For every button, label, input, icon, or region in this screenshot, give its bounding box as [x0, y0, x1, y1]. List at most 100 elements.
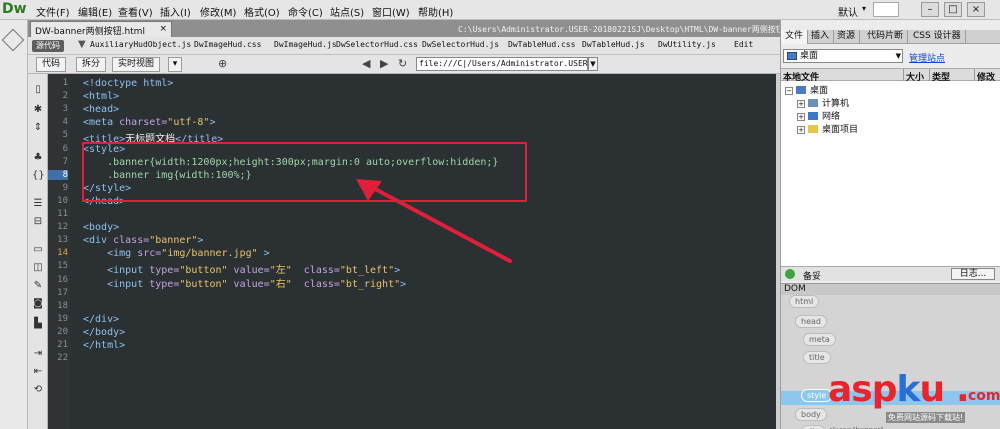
panel-tab[interactable]: 插入	[807, 30, 835, 44]
menu-item[interactable]: 查看(V)	[118, 4, 153, 19]
expand-icon[interactable]: +	[797, 113, 805, 121]
apply-source-format-icon[interactable]: ⟲	[32, 384, 44, 395]
close-window-button[interactable]: ×	[967, 2, 985, 17]
target-icon[interactable]: ⊕	[218, 57, 227, 70]
dom-node-body[interactable]: body	[795, 408, 827, 421]
chevron-down-icon[interactable]: ▾	[168, 57, 182, 72]
open-documents-icon[interactable]: ▯	[32, 84, 44, 95]
code-line[interactable]: <head>	[83, 104, 119, 115]
filter-icon[interactable]: ▼	[78, 39, 86, 50]
expand-all-icon[interactable]: ⇕	[32, 122, 44, 133]
tree-item[interactable]: + 桌面项目	[797, 122, 858, 135]
site-select[interactable]: 桌面 ▼	[783, 49, 903, 63]
outdent-icon[interactable]: ⇤	[32, 366, 44, 377]
help-search-input[interactable]	[873, 2, 899, 17]
maximize-button[interactable]: □	[944, 2, 962, 17]
line-number: 19	[57, 313, 68, 324]
split-view-button[interactable]: 拆分	[76, 57, 107, 72]
watermark: aspku . com 免费网站源码下载站!	[828, 370, 1000, 429]
menu-item[interactable]: 修改(M)	[200, 4, 236, 19]
dom-node-head[interactable]: head	[795, 315, 827, 328]
line-numbers-icon[interactable]: ☰	[32, 198, 44, 209]
code-line[interactable]: </div>	[83, 314, 119, 325]
tree-item[interactable]: + 计算机	[797, 96, 849, 109]
code-line[interactable]: <div class="banner">	[83, 235, 203, 246]
forward-icon[interactable]: ▶	[380, 57, 388, 70]
related-file-link[interactable]: Edit	[734, 40, 753, 49]
log-button[interactable]: 日志...	[951, 268, 995, 280]
dom-panel-title[interactable]: DOM	[781, 283, 1000, 295]
collapse-icon[interactable]: −	[785, 87, 793, 95]
files-column-header: 本地文件 大小 类型 修改	[781, 68, 1000, 83]
code-line[interactable]: <!doctype html>	[83, 78, 173, 89]
panel-tab[interactable]: 文件	[781, 30, 809, 44]
document-tab[interactable]: DW-banner两侧按钮.html ×	[30, 21, 172, 37]
watermark-subtitle: 免费网站源码下载站!	[886, 412, 966, 423]
word-wrap-icon[interactable]: ⊟	[32, 216, 44, 227]
code-view-button[interactable]: 代码	[36, 57, 67, 72]
remove-comment-icon[interactable]: ◫	[32, 262, 44, 273]
tree-item[interactable]: + 网络	[797, 109, 840, 122]
related-file-link[interactable]: DwSelectorHud.css	[336, 40, 418, 49]
live-view-button[interactable]: 实时视图	[112, 57, 161, 72]
related-file-link[interactable]: DwTableHud.js	[582, 40, 645, 49]
line-number: 11	[57, 209, 68, 219]
code-line[interactable]: <body>	[83, 222, 119, 233]
workspace-switcher[interactable]: 默认	[838, 4, 858, 19]
dom-node-div[interactable]: div	[801, 425, 826, 429]
menu-item[interactable]: 帮助(H)	[418, 4, 453, 19]
panel-tab[interactable]: 代码片断	[863, 30, 909, 44]
code-line[interactable]: <input type="button" value="右" class="bt…	[83, 275, 406, 290]
code-line[interactable]: <meta charset="utf-8">	[83, 117, 215, 128]
related-file-link[interactable]: AuxiliaryHudObject.js	[90, 40, 191, 49]
line-number: 9	[62, 182, 68, 193]
menu-item[interactable]: 格式(O)	[244, 4, 280, 19]
panel-tab[interactable]: CSS 设计器	[909, 30, 966, 44]
menu-item[interactable]: 站点(S)	[330, 4, 364, 19]
layers-icon[interactable]	[1, 28, 25, 52]
related-file-link[interactable]: DwSelectorHud.js	[422, 40, 499, 49]
back-icon[interactable]: ◀	[362, 57, 370, 70]
line-number: 8	[48, 169, 68, 180]
snippets-icon[interactable]: ◙	[32, 298, 44, 309]
select-parent-tag-icon[interactable]: ♣	[32, 152, 44, 163]
dom-node-html[interactable]: html	[789, 295, 820, 308]
expand-icon[interactable]: +	[797, 100, 805, 108]
line-number: 10	[57, 195, 68, 206]
wrap-tag-icon[interactable]: ✎	[32, 280, 44, 291]
tree-item[interactable]: − 桌面	[785, 83, 828, 96]
address-dropdown-icon[interactable]: ▼	[588, 57, 598, 71]
chevron-down-icon[interactable]: ▾	[862, 4, 866, 13]
source-code-button[interactable]: 源代码	[32, 40, 64, 52]
panel-tab[interactable]: 资源	[833, 30, 861, 44]
code-line[interactable]: </html>	[83, 340, 125, 351]
minimize-button[interactable]: –	[921, 2, 939, 17]
menu-item[interactable]: 命令(C)	[288, 4, 323, 19]
dom-node-meta[interactable]: meta	[803, 333, 836, 346]
dom-node-title[interactable]: title	[803, 351, 831, 364]
menu-item[interactable]: 窗口(W)	[372, 4, 410, 19]
code-line[interactable]: <img src="img/banner.jpg" >	[83, 248, 270, 259]
related-file-link[interactable]: DwImageHud.js	[274, 40, 337, 49]
refresh-icon[interactable]: ↻	[398, 57, 407, 70]
address-input[interactable]: file:///C|/Users/Administrator.USER-20	[416, 57, 588, 71]
code-line[interactable]: </body>	[83, 327, 125, 338]
manage-sites-link[interactable]: 管理站点	[909, 51, 945, 64]
indent-icon[interactable]: ⇥	[32, 348, 44, 359]
format-source-icon[interactable]: ▙	[32, 318, 44, 329]
menu-item[interactable]: 插入(I)	[160, 4, 191, 19]
comment-icon[interactable]: ▭	[32, 244, 44, 255]
menu-item[interactable]: 文件(F)	[36, 4, 70, 19]
close-icon[interactable]: ×	[159, 24, 167, 34]
code-line[interactable]: <html>	[83, 91, 119, 102]
related-file-link[interactable]: DwImageHud.css	[194, 40, 261, 49]
collapse-tag-icon[interactable]: ✱	[32, 104, 44, 115]
related-file-link[interactable]: DwUtility.js	[658, 40, 716, 49]
menu-item[interactable]: 编辑(E)	[78, 4, 112, 19]
expand-icon[interactable]: +	[797, 126, 805, 134]
balance-braces-icon[interactable]: {}	[32, 170, 45, 181]
files-status-bar: 备妥 日志...	[781, 266, 1000, 282]
chevron-down-icon[interactable]: ▼	[896, 50, 901, 62]
related-file-link[interactable]: DwTableHud.css	[508, 40, 575, 49]
line-number: 22	[57, 353, 68, 364]
